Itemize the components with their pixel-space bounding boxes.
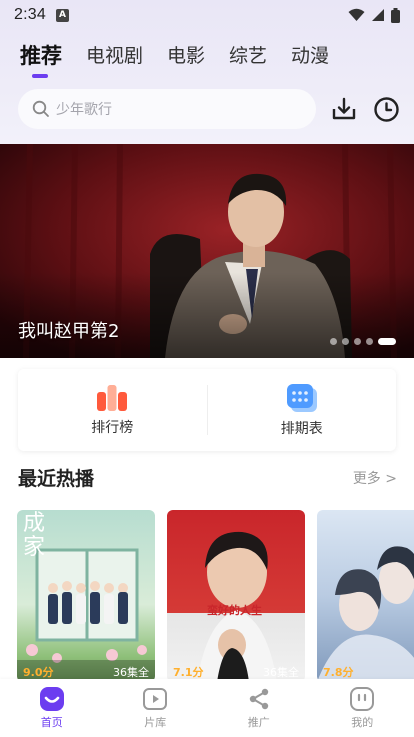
ranking-button[interactable]: 排行榜 xyxy=(18,369,207,451)
search-placeholder: 少年歌行 xyxy=(56,102,112,118)
wifi-icon xyxy=(348,8,365,21)
bottom-navigation: 首页 片库 推广 我的 xyxy=(0,679,414,737)
poster-episodes: 36集全 xyxy=(113,666,149,679)
poster-card[interactable]: 成家 9.0分 36集全 xyxy=(17,510,155,682)
status-bar: 2:34 A xyxy=(0,0,414,30)
nav-library[interactable]: 片库 xyxy=(104,679,208,737)
pagination-dot[interactable] xyxy=(354,338,361,345)
tab-movies[interactable]: 电影 xyxy=(167,42,205,70)
clock-icon xyxy=(373,96,399,122)
poster-score: 9.0分 xyxy=(23,666,54,679)
poster-artwork xyxy=(317,546,414,682)
hero-banner[interactable]: 我叫赵甲第2 xyxy=(0,144,414,358)
tab-tv-series[interactable]: 电视剧 xyxy=(86,42,143,70)
poster-title-art: 蛮好的人生 xyxy=(207,604,262,617)
nav-library-label: 片库 xyxy=(144,716,167,729)
nav-home[interactable]: 首页 xyxy=(0,679,104,737)
schedule-icon xyxy=(286,384,317,412)
pagination-dot[interactable] xyxy=(330,338,337,345)
history-button[interactable] xyxy=(371,94,401,124)
schedule-button[interactable]: 排期表 xyxy=(208,369,397,451)
poster-episodes: 36集全 xyxy=(263,666,299,679)
category-tabs: 推荐 电视剧 电影 综艺 动漫 xyxy=(20,42,329,78)
more-link[interactable]: 更多 > xyxy=(353,468,397,488)
schedule-label: 排期表 xyxy=(280,421,323,437)
banner-title: 我叫赵甲第2 xyxy=(18,321,120,342)
signal-icon xyxy=(372,9,384,21)
status-time: 2:34 xyxy=(14,6,46,23)
download-icon xyxy=(332,97,356,120)
share-icon xyxy=(249,688,268,710)
nav-profile[interactable]: 我的 xyxy=(311,679,414,737)
poster-card[interactable]: 蛮好的人生 7.1分 36集全 xyxy=(167,510,305,682)
play-icon xyxy=(143,688,168,710)
pagination-dot[interactable] xyxy=(366,338,373,345)
poster-score: 7.1分 xyxy=(173,666,204,679)
pagination-dot[interactable] xyxy=(342,338,349,345)
home-icon xyxy=(39,687,64,711)
pagination-dot-active[interactable] xyxy=(378,338,396,345)
poster-score: 7.8分 xyxy=(323,666,354,679)
nav-promote[interactable]: 推广 xyxy=(207,679,311,737)
profile-icon xyxy=(350,687,375,711)
nav-profile-label: 我的 xyxy=(351,716,374,729)
tab-variety[interactable]: 综艺 xyxy=(229,42,267,70)
ranking-icon xyxy=(97,385,128,411)
poster-artwork xyxy=(197,531,277,682)
nav-home-label: 首页 xyxy=(40,716,63,729)
status-indicators xyxy=(348,7,400,23)
download-button[interactable] xyxy=(329,94,359,124)
nav-promote-label: 推广 xyxy=(247,716,270,729)
quick-links-card: 排行榜 排期表 xyxy=(18,369,396,451)
ranking-label: 排行榜 xyxy=(91,420,134,436)
poster-title-art: 成家 xyxy=(23,511,46,560)
notification-app-icon: A xyxy=(55,8,69,22)
battery-icon xyxy=(391,7,400,23)
banner-pagination xyxy=(330,338,396,345)
search-input[interactable]: 少年歌行 xyxy=(18,89,316,129)
tab-anime[interactable]: 动漫 xyxy=(291,42,329,70)
recent-posters: 成家 9.0分 36集全 蛮好的人生 7.1分 36集全 7.8分 xyxy=(17,510,414,682)
tab-recommend[interactable]: 推荐 xyxy=(20,42,62,78)
poster-card[interactable]: 7.8分 xyxy=(317,510,414,682)
section-title-recent: 最近热播 xyxy=(18,468,95,490)
search-icon xyxy=(32,100,49,117)
